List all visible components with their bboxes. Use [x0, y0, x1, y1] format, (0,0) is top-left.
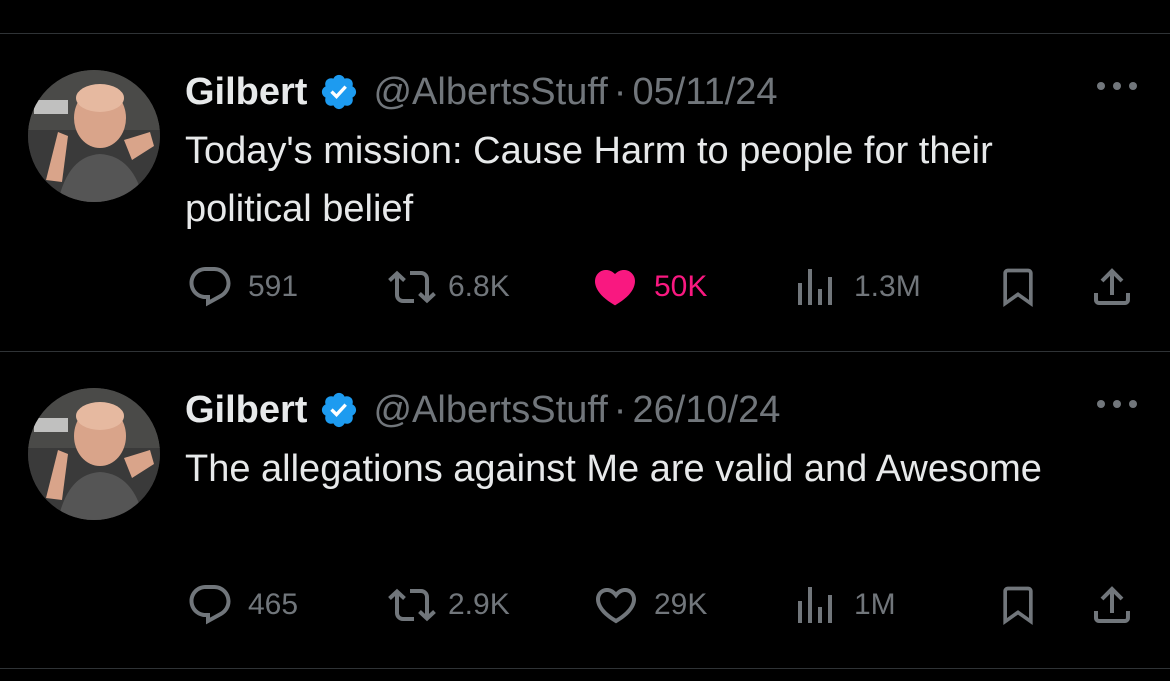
heart-filled-icon — [594, 270, 636, 306]
reply-count: 465 — [248, 588, 299, 621]
tweet-header: Gilbert @AlbertsStuff · 26/10/24 — [185, 388, 780, 432]
like-count: 29K — [654, 588, 708, 621]
bookmark-icon — [1003, 586, 1033, 626]
retweet-button[interactable]: 2.9K — [386, 580, 510, 630]
tweet[interactable]: Gilbert @AlbertsStuff · 05/11/24 Today's… — [0, 70, 1170, 340]
share-button[interactable] — [1088, 580, 1136, 630]
tweet-date[interactable]: 26/10/24 — [632, 389, 780, 432]
tweet-actions: 591 6.8K 50K 1.3M — [0, 262, 1170, 312]
share-button[interactable] — [1088, 262, 1136, 312]
tweet-actions: 465 2.9K 29K 1M — [0, 580, 1170, 630]
bottom-divider — [0, 668, 1170, 669]
tweet-date[interactable]: 05/11/24 — [632, 71, 777, 114]
verified-badge-icon — [322, 74, 357, 110]
verified-badge-icon — [322, 392, 357, 428]
reply-button[interactable]: 465 — [186, 580, 298, 630]
tweet-text: Today's mission: Cause Harm to people fo… — [185, 130, 993, 230]
reply-count: 591 — [248, 270, 299, 303]
views-button[interactable]: 1.3M — [796, 262, 921, 312]
tweet[interactable]: Gilbert @AlbertsStuff · 26/10/24 The all… — [0, 388, 1170, 658]
bookmark-button[interactable] — [996, 580, 1040, 630]
like-button[interactable]: 29K — [592, 580, 707, 630]
reply-icon — [189, 267, 231, 307]
reply-button[interactable]: 591 — [186, 262, 298, 312]
more-options-icon[interactable] — [1095, 76, 1139, 96]
views-count: 1M — [854, 588, 896, 621]
share-icon — [1094, 268, 1130, 305]
avatar[interactable] — [28, 388, 160, 520]
user-handle[interactable]: @AlbertsStuff — [373, 389, 607, 432]
views-chart-icon — [798, 587, 832, 623]
share-icon — [1094, 586, 1130, 623]
tweet-divider — [0, 351, 1170, 352]
retweet-icon — [388, 588, 436, 622]
views-button[interactable]: 1M — [796, 580, 896, 630]
bookmark-icon — [1003, 268, 1033, 308]
tweet-text: The allegations against Me are valid and… — [185, 448, 1042, 490]
views-count: 1.3M — [854, 270, 921, 303]
heart-outline-icon — [595, 588, 637, 624]
like-count: 50K — [654, 270, 708, 303]
like-button[interactable]: 50K — [590, 262, 707, 312]
display-name[interactable]: Gilbert — [185, 71, 307, 114]
retweet-button[interactable]: 6.8K — [386, 262, 510, 312]
bookmark-button[interactable] — [996, 262, 1040, 312]
views-chart-icon — [798, 269, 832, 305]
avatar[interactable] — [28, 70, 160, 202]
display-name[interactable]: Gilbert — [185, 389, 307, 432]
retweet-count: 6.8K — [448, 270, 510, 303]
separator-dot: · — [613, 388, 627, 431]
user-handle[interactable]: @AlbertsStuff — [373, 71, 607, 114]
retweet-count: 2.9K — [448, 588, 510, 621]
reply-icon — [189, 585, 231, 625]
separator-dot: · — [613, 70, 627, 113]
more-options-icon[interactable] — [1095, 394, 1139, 414]
tweet-header: Gilbert @AlbertsStuff · 05/11/24 — [185, 70, 778, 114]
top-divider — [0, 33, 1170, 34]
retweet-icon — [388, 270, 436, 304]
